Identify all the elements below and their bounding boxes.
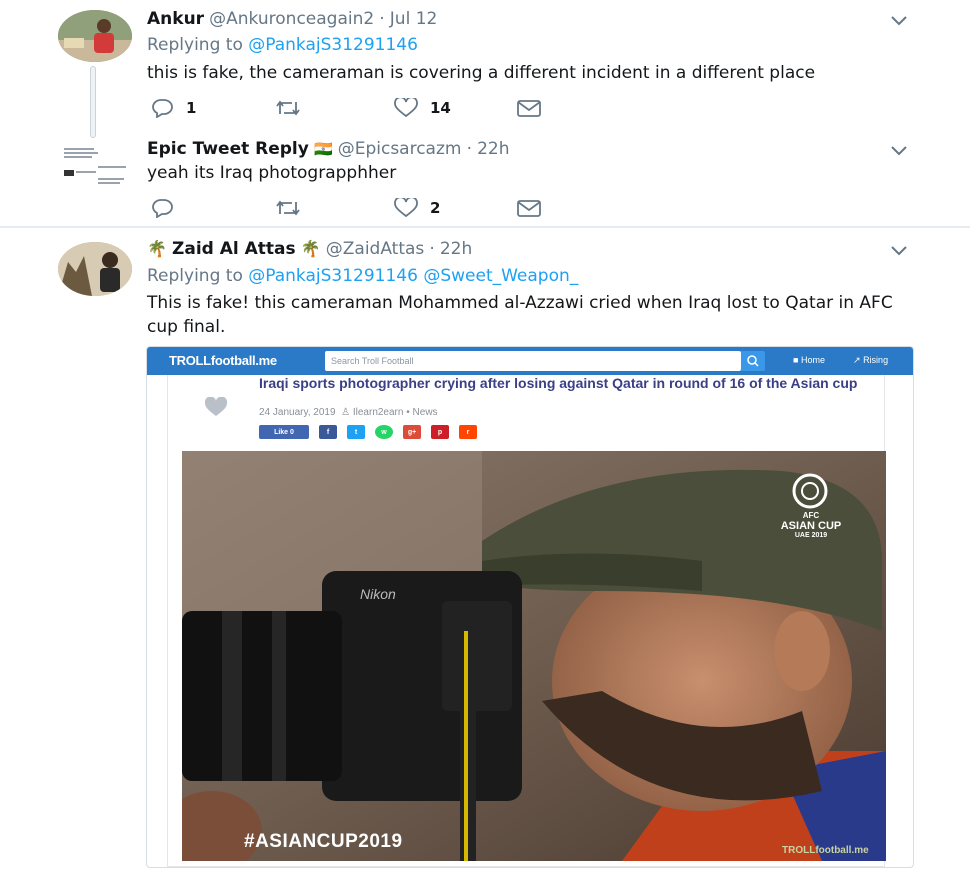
author-name[interactable]: Epic Tweet Reply — [147, 139, 309, 159]
site-nav-home: ■ Home — [793, 355, 825, 365]
separator-dot: · — [429, 239, 435, 259]
avatar[interactable] — [58, 140, 132, 194]
author-handle[interactable]: @ZaidAttas — [326, 239, 425, 259]
site-nav-rising: ↗ Rising — [853, 355, 888, 366]
embedded-screenshot[interactable]: TROLLfootball.me Search Troll Football ■… — [146, 346, 914, 868]
share-buttons: Like 0 f t w g+ p r — [259, 425, 477, 439]
bullet: • — [406, 407, 410, 418]
reply-icon — [152, 99, 173, 118]
replying-to: Replying to @PankajS31291146 @Sweet_Weap… — [147, 266, 578, 286]
heart-icon — [394, 198, 418, 218]
facebook-icon: f — [319, 425, 337, 439]
tweet-time[interactable]: 22h — [440, 239, 472, 259]
author-name[interactable]: Ankur — [147, 9, 204, 29]
tweet-header: Ankur @Ankuronceagain2 · Jul 12 — [147, 9, 437, 29]
site-logo: TROLLfootball.me — [169, 353, 277, 368]
avatar[interactable] — [58, 10, 132, 62]
home-icon: ■ — [793, 355, 799, 365]
facebook-like-button: Like 0 — [259, 425, 309, 439]
envelope-icon — [517, 100, 541, 117]
tweet-actions: 1 14 — [150, 98, 570, 120]
chevron-down-icon[interactable] — [891, 246, 907, 256]
separator-dot: · — [466, 139, 472, 159]
retweet-button[interactable] — [274, 98, 302, 118]
article-date: 24 January, 2019 — [259, 407, 336, 418]
replying-prefix: Replying to — [147, 266, 243, 286]
replying-to: Replying to @PankajS31291146 — [147, 35, 418, 55]
chevron-down-icon[interactable] — [891, 16, 907, 26]
user-icon: ♙ — [341, 407, 351, 418]
like-label: Like 0 — [274, 428, 294, 436]
tweet-header: 🌴 Zaid Al Attas 🌴 @ZaidAttas · 22h — [147, 239, 472, 259]
afc-asian-cup-logo: AFC ASIAN CUP UAE 2019 — [776, 511, 846, 541]
replying-to-link[interactable]: @PankajS31291146 — [248, 35, 418, 55]
article-category: News — [412, 407, 438, 418]
tweet-text: this is fake, the cameraman is covering … — [147, 63, 816, 83]
trend-icon: ↗ — [853, 355, 861, 365]
search-icon — [741, 351, 765, 371]
like-button[interactable]: 2 — [394, 198, 440, 218]
reply-count: 1 — [186, 99, 197, 117]
nav-home-label: Home — [800, 355, 825, 365]
chevron-down-icon[interactable] — [891, 146, 907, 156]
author-handle[interactable]: @Epicsarcazm — [338, 139, 462, 159]
twitter-icon: t — [347, 425, 365, 439]
dm-button[interactable] — [516, 198, 542, 218]
avatar[interactable] — [58, 242, 132, 296]
tweet-epic-tweet-reply: Epic Tweet Reply 🇮🇳 @Epicsarcazm · 22h y… — [0, 130, 970, 226]
article-title: Iraqi sports photographer crying after l… — [259, 375, 858, 391]
camera-brand: Nikon — [360, 586, 396, 602]
nav-rising-label: Rising — [863, 355, 889, 365]
like-count: 14 — [430, 99, 451, 117]
tweet-actions: 2 — [150, 198, 570, 220]
author-handle[interactable]: @Ankuronceagain2 — [209, 9, 374, 29]
palm-tree-icon: 🌴 — [147, 239, 167, 258]
tweet-time[interactable]: Jul 12 — [390, 9, 438, 29]
tweet-ankur: Ankur @Ankuronceagain2 · Jul 12 Replying… — [0, 0, 970, 130]
google-plus-icon: g+ — [403, 425, 421, 439]
retweet-icon — [276, 200, 300, 216]
site-search-input: Search Troll Football — [325, 351, 741, 371]
separator-dot: · — [379, 9, 385, 29]
tweet-header: Epic Tweet Reply 🇮🇳 @Epicsarcazm · 22h — [147, 139, 509, 159]
tweet-text: This is fake! this cameraman Mohammed al… — [147, 293, 893, 337]
tweet-text: yeah its Iraq photograpphher — [147, 163, 397, 183]
photo-watermark: TROLLfootball.me — [782, 845, 869, 856]
photo-hashtag: #ASIANCUP2019 — [244, 831, 403, 852]
logo-line2: ASIAN CUP — [780, 520, 842, 532]
pinterest-icon: p — [431, 425, 449, 439]
india-flag-icon: 🇮🇳 — [313, 140, 333, 158]
article-meta: 24 January, 2019 ♙ Ilearn2earn • News — [259, 407, 438, 418]
heart-icon — [394, 98, 418, 118]
replying-to-link[interactable]: @PankajS31291146 @Sweet_Weapon_ — [248, 266, 578, 286]
reddit-icon: r — [459, 425, 477, 439]
author-name[interactable]: Zaid Al Attas — [172, 239, 296, 259]
whatsapp-icon: w — [375, 425, 393, 439]
reply-button[interactable] — [150, 198, 174, 218]
reply-button[interactable]: 1 — [150, 98, 196, 118]
article-author: Ilearn2earn — [352, 407, 404, 418]
logo-line3: UAE 2019 — [794, 532, 828, 539]
site-header: TROLLfootball.me Search Troll Football ■… — [147, 347, 913, 375]
tweet-time[interactable]: 22h — [477, 139, 509, 159]
heart-icon — [204, 397, 228, 416]
article-photo: Nikon AFC ASIAN CUP UAE 2019 #ASIANCUP20… — [182, 451, 886, 861]
dm-button[interactable] — [516, 98, 542, 118]
retweet-icon — [276, 100, 300, 116]
thread-connector — [90, 66, 96, 138]
reply-icon — [152, 199, 173, 218]
like-count: 2 — [430, 199, 441, 217]
retweet-button[interactable] — [274, 198, 302, 218]
envelope-icon — [517, 200, 541, 217]
replying-prefix: Replying to — [147, 35, 243, 55]
palm-tree-icon: 🌴 — [300, 239, 321, 258]
like-button[interactable]: 14 — [394, 98, 451, 118]
